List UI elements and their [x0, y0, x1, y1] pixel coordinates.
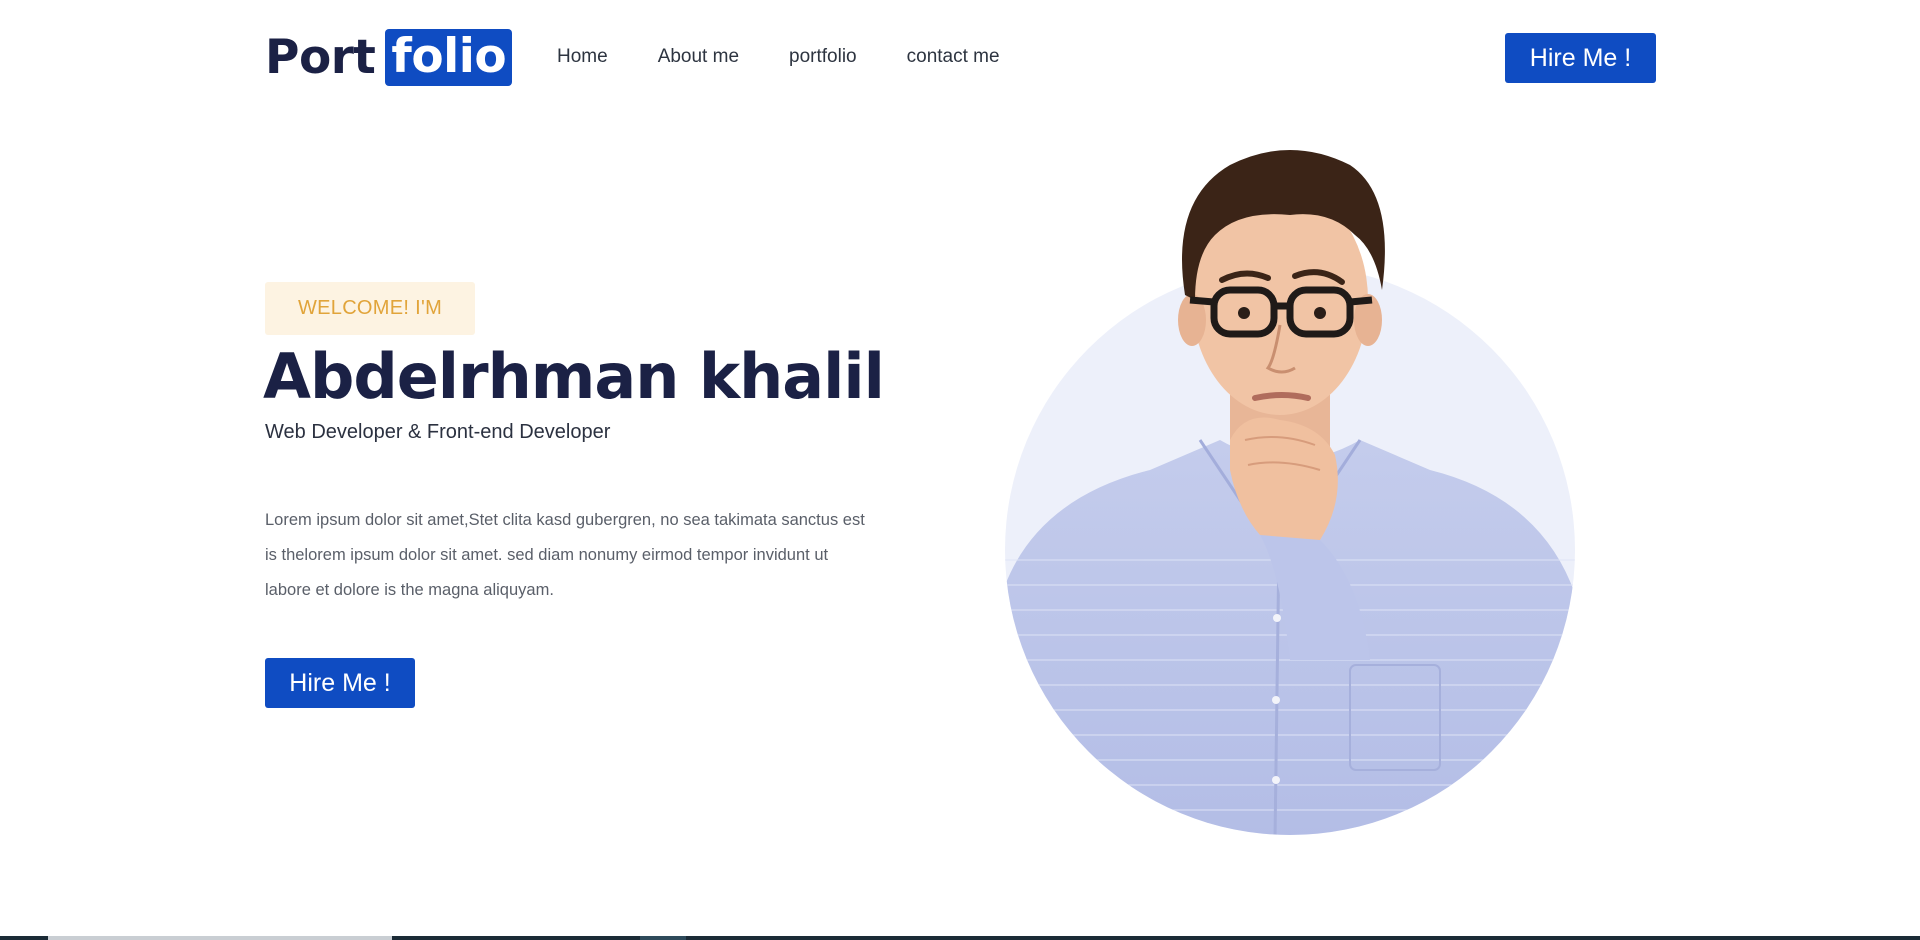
hero-name: Abdelrhman khalil: [263, 340, 885, 413]
main-nav: Home About me portfolio contact me: [557, 45, 1000, 69]
welcome-badge: WELCOME! I'M: [265, 282, 475, 335]
hero-role: Web Developer & Front-end Developer: [265, 421, 611, 443]
bottom-strip-segment: [640, 936, 686, 940]
nav-link-home[interactable]: Home: [557, 45, 608, 69]
portrait-illustration: [1005, 150, 1575, 835]
bottom-strip-segment: [48, 936, 392, 940]
hero-description: Lorem ipsum dolor sit amet,Stet clita ka…: [265, 511, 865, 599]
site-header: Port folio Home About me portfolio conta…: [0, 0, 1920, 116]
logo-text-folio: folio: [385, 29, 513, 86]
hero-hire-button[interactable]: Hire Me !: [265, 658, 415, 708]
logo[interactable]: Port folio: [265, 29, 513, 86]
nav-link-contact[interactable]: contact me: [907, 45, 1000, 69]
nav-link-about[interactable]: About me: [658, 45, 739, 69]
hero-portrait: [990, 140, 1600, 840]
logo-text-port: Port: [265, 30, 376, 85]
bottom-section-edge: [0, 936, 1920, 940]
nav-link-portfolio[interactable]: portfolio: [789, 45, 857, 69]
header-hire-button[interactable]: Hire Me !: [1505, 33, 1656, 83]
